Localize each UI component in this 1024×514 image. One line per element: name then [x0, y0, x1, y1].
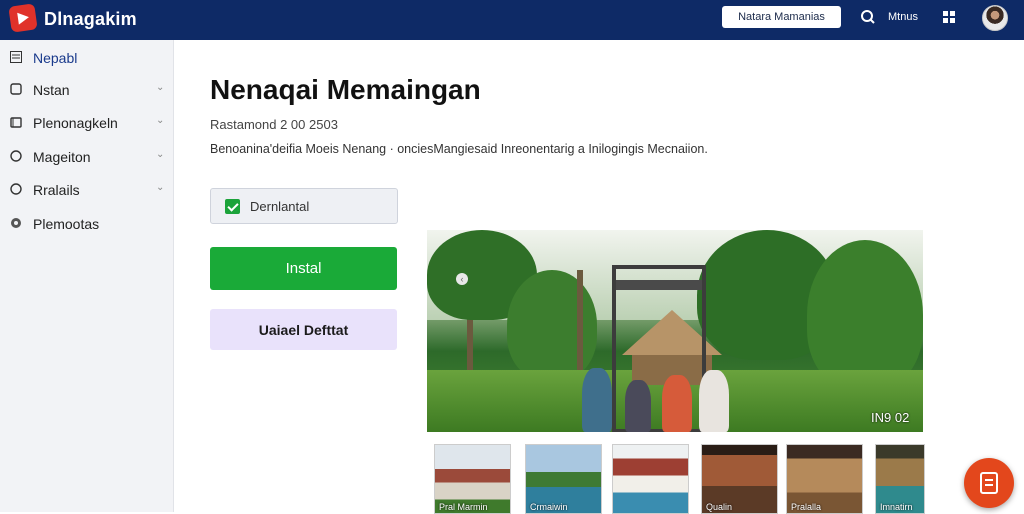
image-person [699, 370, 729, 432]
thumbnail[interactable]: Pralalla [786, 444, 863, 514]
list-icon [10, 51, 22, 63]
sidebar-item-nstan[interactable]: Nstan ⌄ [0, 76, 173, 104]
page-description: Benoanina'deifia Moeis Nenang · onciesMa… [210, 142, 708, 156]
gear-icon [11, 218, 21, 228]
sidebar-item-label: Nepabl [33, 50, 78, 66]
image-caption: IN9 02 [871, 410, 910, 425]
thumbnail-label: Imnatirn [880, 502, 913, 512]
search-icon[interactable] [860, 9, 876, 25]
thumbnail[interactable]: Imnatirn [875, 444, 925, 514]
logo-icon[interactable] [8, 3, 38, 33]
thumbnail[interactable]: Crmaiwin [525, 444, 602, 514]
sidebar-item-label: Plenonagkeln [33, 115, 118, 131]
page-title: Nenaqai Memaingan [210, 74, 481, 105]
thumbnail[interactable]: Qualin [701, 444, 778, 514]
thumbnail-label: Pralalla [791, 502, 822, 512]
sidebar-item-plemootas[interactable]: Plemootas [0, 210, 173, 238]
header-action-button[interactable]: Natara Mamanias [722, 6, 841, 28]
sidebar: Nepabl Nstan ⌄ Plenonagkeln ⌄ Mageiton ⌄… [0, 40, 174, 512]
thumbnail-label: Crmaiwin [530, 502, 568, 512]
thumbnail[interactable]: Pral Marmin [434, 444, 511, 514]
thumbnail-label: Qualin [706, 502, 733, 512]
image-person [625, 380, 651, 432]
secondary-button[interactable]: Uaiael Defttat [210, 309, 397, 350]
checkbox-label: Dernlantal [250, 199, 310, 214]
image-banana-tree [807, 240, 923, 390]
sidebar-item-nepabl[interactable]: Nepabl [0, 44, 173, 72]
sidebar-item-label: Nstan [33, 82, 70, 98]
image-person [582, 368, 612, 432]
sidebar-item-label: Rralails [33, 182, 80, 198]
chevron-down-icon[interactable]: ⌄ [156, 182, 164, 193]
image-palm-tree [507, 270, 597, 380]
page-date: Rastamond 2 00 2503 [210, 117, 338, 132]
thumbnail-label: Pral Marmin [439, 502, 488, 512]
floating-action-button[interactable] [964, 458, 1014, 508]
thumbnail[interactable] [612, 444, 689, 514]
install-button[interactable]: Instal [210, 247, 397, 290]
sidebar-item-rralails[interactable]: Rralails ⌄ [0, 176, 173, 204]
circle-icon [10, 183, 22, 195]
user-avatar[interactable] [982, 5, 1008, 31]
image-person [662, 375, 692, 432]
grid-icon[interactable] [943, 11, 955, 23]
sidebar-item-plenonagkeln[interactable]: Plenonagkeln ⌄ [0, 109, 173, 137]
top-navigation-bar: Dlnagakim Natara Mamanias Mtnus [0, 0, 1024, 40]
circle-icon [10, 150, 22, 162]
checkbox-field[interactable]: Dernlantal [210, 188, 398, 224]
chevron-down-icon[interactable]: ⌄ [156, 115, 164, 126]
sidebar-item-mageiton[interactable]: Mageiton ⌄ [0, 143, 173, 171]
checkbox-checked-icon[interactable] [225, 199, 240, 214]
square-icon [10, 83, 22, 95]
document-icon [980, 472, 998, 494]
chevron-down-icon[interactable]: ⌄ [156, 149, 164, 160]
sidebar-item-label: Mageiton [33, 149, 91, 165]
app-title[interactable]: Dlnagakim [44, 9, 137, 30]
chevron-down-icon[interactable]: ⌄ [156, 82, 164, 93]
hero-image[interactable] [427, 230, 923, 432]
carousel-prev-icon[interactable]: ‹ [456, 273, 468, 285]
sidebar-item-label: Plemootas [33, 216, 100, 232]
menu-link[interactable]: Mtnus [888, 11, 918, 23]
folder-icon [10, 117, 22, 128]
